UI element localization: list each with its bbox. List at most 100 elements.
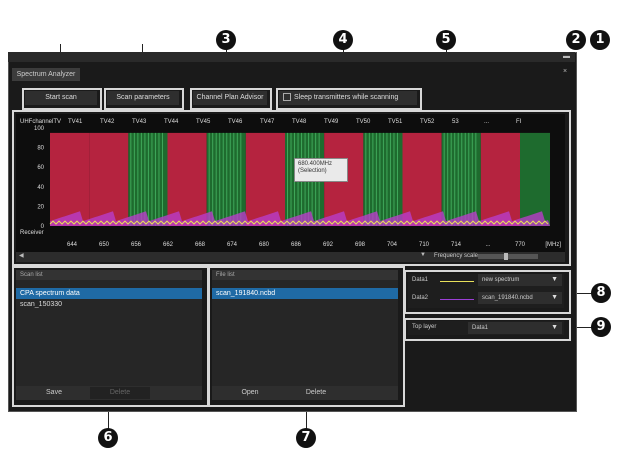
free-band-stripe [461, 132, 463, 226]
x-tick-label: 650 [99, 242, 110, 248]
free-band-stripe [130, 132, 132, 226]
channel-label: 53 [452, 119, 459, 125]
data2-label: Data2 [412, 295, 429, 301]
free-band-stripe [222, 132, 224, 226]
occupied-band [89, 132, 129, 226]
window-tab-title: Spectrum Analyzer [12, 68, 80, 81]
y-tick-label: 40 [37, 185, 44, 191]
x-tick-label: 710 [419, 242, 430, 248]
free-band-stripe [219, 132, 221, 226]
free-band-stripe [464, 132, 466, 226]
top-layer-dropdown[interactable]: Data1 ▼ [468, 322, 562, 334]
free-band-stripe [233, 132, 235, 226]
top-layer-value: Data1 [472, 325, 489, 331]
free-band-stripe [140, 132, 142, 226]
free-band-stripe [240, 132, 242, 226]
frequency-scale-handle[interactable] [504, 253, 508, 260]
file-delete-button[interactable]: Delete [286, 387, 346, 399]
free-band-stripe [226, 132, 228, 226]
x-tick-label: 770 [515, 242, 526, 248]
channel-label: TV50 [356, 119, 371, 125]
scroll-down-icon[interactable]: ▼ [420, 252, 426, 258]
channel-label: TV46 [228, 119, 243, 125]
x-tick-label: 656 [131, 242, 142, 248]
x-unit-label: [MHz] [545, 242, 561, 248]
callout-6: 6 [98, 428, 118, 448]
x-tick-label: 704 [387, 242, 398, 248]
y-tick-label: 80 [37, 146, 44, 152]
window-top-bar [8, 52, 575, 62]
callout-5: 5 [436, 30, 456, 50]
file-list-item[interactable]: scan_191840.ncbd [212, 288, 398, 299]
occupied-band [50, 132, 90, 226]
scan-list-item[interactable]: CPA spectrum data [16, 288, 202, 299]
channel-prefix-label: UHFchannelTV [20, 119, 61, 125]
occupied-band [245, 132, 285, 226]
free-band-stripe [450, 132, 452, 226]
save-button[interactable]: Save [24, 387, 84, 399]
scan-delete-button[interactable]: Delete [90, 387, 150, 399]
channel-label: TV52 [420, 119, 435, 125]
free-band-stripe [215, 132, 217, 226]
sleep-transmitters-label: Sleep transmitters while scanning [294, 94, 399, 101]
free-band-stripe [229, 132, 231, 226]
x-tick-label: 674 [227, 242, 238, 248]
frequency-scale-slider[interactable] [478, 253, 538, 260]
channel-label: TV43 [132, 119, 147, 125]
data1-label: Data1 [412, 277, 429, 283]
free-band-stripe [158, 132, 160, 226]
free-band-stripe [365, 132, 367, 226]
x-tick-label: 686 [291, 242, 302, 248]
data1-dropdown[interactable]: new spectrum ▼ [478, 274, 562, 286]
scan-list-item[interactable]: scan_150330 [16, 299, 202, 310]
free-band-stripe [154, 132, 156, 226]
callout-1: 1 [590, 30, 610, 50]
callout-7: 7 [296, 428, 316, 448]
close-icon[interactable]: × [563, 68, 567, 75]
x-tick-label: 662 [163, 242, 174, 248]
spectrum-svg: UHFchannelTV TV41 TV42 TV43 TV44 TV45 TV46 TV47… [16, 114, 565, 262]
scroll-left-icon[interactable]: ◀ [19, 252, 24, 259]
channel-label: ... [484, 119, 489, 125]
minimize-icon[interactable]: ▬ [563, 53, 570, 60]
callout-4: 4 [333, 30, 353, 50]
free-band-stripe [236, 132, 238, 226]
free-band-stripe [382, 132, 384, 226]
data2-dropdown[interactable]: scan_191840.ncbd ▼ [478, 292, 562, 304]
free-band-stripe [447, 132, 449, 226]
y-tick-label: 20 [37, 204, 44, 210]
sleep-transmitters-checkbox[interactable]: Sleep transmitters while scanning [279, 91, 417, 105]
file-list-header: File list [212, 270, 398, 280]
start-scan-button[interactable]: Start scan [25, 91, 97, 105]
channel-label: TV45 [196, 119, 211, 125]
free-band-stripe [151, 132, 153, 226]
free-band-stripe [443, 132, 445, 226]
callout-3: 3 [216, 30, 236, 50]
free-band-stripe [471, 132, 473, 226]
top-layer-panel: Top layer Data1 ▼ [408, 321, 564, 335]
spectrum-chart[interactable]: UHFchannelTV TV41 TV42 TV43 TV44 TV45 TV46 TV47… [16, 114, 565, 262]
channel-label: FI [516, 119, 522, 125]
free-band-stripe [386, 132, 388, 226]
x-tick-label: 714 [451, 242, 462, 248]
scan-parameters-button[interactable]: Scan parameters [107, 91, 179, 105]
free-band-stripe [133, 132, 135, 226]
x-tick-label: 698 [355, 242, 366, 248]
file-list-panel: File list scan_191840.ncbd Open Delete [212, 270, 398, 400]
chart-scrollbar[interactable]: ◀ ▼ Frequency scale [16, 252, 565, 262]
channel-label: TV44 [164, 119, 179, 125]
callout-9: 9 [591, 317, 611, 337]
free-band-stripe [396, 132, 398, 226]
free-band-stripe [208, 132, 210, 226]
open-button[interactable]: Open [220, 387, 280, 399]
chevron-down-icon[interactable]: ▼ [551, 292, 558, 304]
frequency-tooltip: 680.400MHz (Selection) [294, 158, 348, 182]
chevron-down-icon[interactable]: ▼ [551, 274, 558, 286]
chevron-down-icon[interactable]: ▼ [551, 322, 558, 334]
receiver-label: Receiver [20, 230, 44, 236]
free-band-stripe [389, 132, 391, 226]
channel-plan-advisor-button[interactable]: Channel Plan Advisor [193, 91, 267, 105]
free-band-stripe [290, 132, 292, 226]
free-band-stripe [457, 132, 459, 226]
checkbox-icon[interactable] [283, 93, 291, 102]
